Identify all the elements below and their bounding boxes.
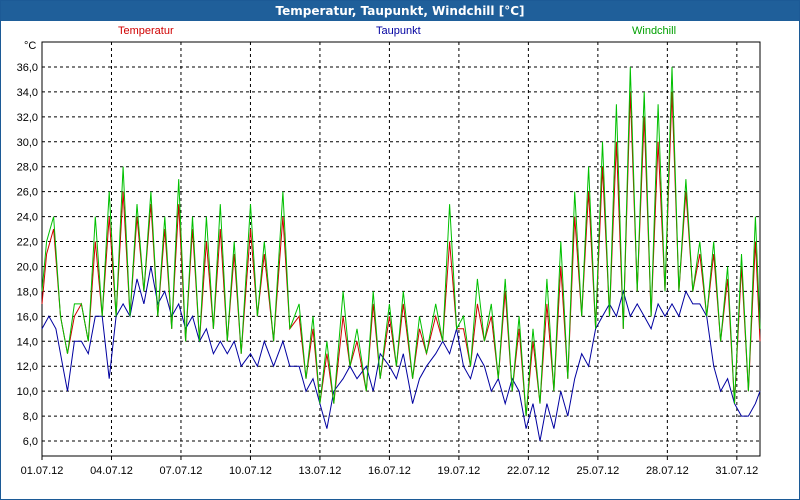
x-tick-label: 19.07.12 [437, 465, 480, 477]
y-tick-label: 24,0 [17, 212, 38, 224]
plot-area [41, 41, 761, 457]
x-tick-label: 25.07.12 [576, 465, 619, 477]
y-tick-label: 10,0 [17, 386, 38, 398]
y-tick-label: 34,0 [17, 87, 38, 99]
y-tick-label: 22,0 [17, 237, 38, 249]
y-tick-label: 8,0 [23, 411, 38, 423]
y-tick-label: 6,0 [23, 436, 38, 448]
x-tick-label: 22.07.12 [507, 465, 550, 477]
y-tick-label: 18,0 [17, 286, 38, 298]
x-tick-label: 10.07.12 [229, 465, 272, 477]
x-tick-label: 07.07.12 [160, 465, 203, 477]
y-tick-label: 30,0 [17, 137, 38, 149]
y-tick-label: 16,0 [17, 311, 38, 323]
y-tick-label: 26,0 [17, 187, 38, 199]
y-tick-label: 12,0 [17, 361, 38, 373]
line-chart: 6,0 8,0 10,0 12,0 14,0 16,0 18,0 20,0 22,0 24,0 26… [17, 41, 761, 477]
x-tick-label: 01.07.12 [21, 465, 64, 477]
y-tick-label: 36,0 [17, 62, 38, 74]
x-tick-label: 04.07.12 [90, 465, 133, 477]
x-tick-label: 28.07.12 [646, 465, 689, 477]
y-tick-label: 20,0 [17, 261, 38, 273]
x-tick-label: 16.07.12 [368, 465, 411, 477]
y-tick-label: 28,0 [17, 162, 38, 174]
x-tick-label: 31.07.12 [715, 465, 758, 477]
y-tick-label: 14,0 [17, 336, 38, 348]
x-tick-label: 13.07.12 [299, 465, 342, 477]
y-tick-label: 32,0 [17, 112, 38, 124]
